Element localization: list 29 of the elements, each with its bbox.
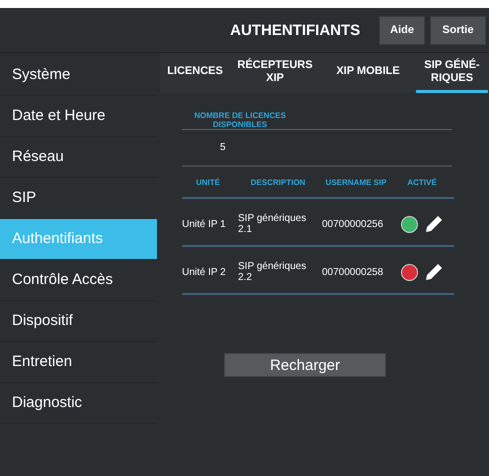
column-header: USERNAME SIP [324,178,388,187]
sidebar-item[interactable]: Système [0,55,157,96]
page-title: AUTHENTIFIANTS [230,22,360,38]
sidebar-item[interactable]: Réseau [0,137,157,178]
column-header: DESCRIPTION [250,178,306,187]
tab[interactable]: RÉCEPTEURS XIP [230,54,320,92]
sidebar-item[interactable]: Dispositif [0,301,157,342]
header-button[interactable]: Aide [379,16,425,44]
table-cell-text: SIP génériques 2.2 [237,261,308,284]
sidebar-item[interactable]: Date et Heure [0,96,157,137]
table-cell-text: SIP génériques 2.1 [237,213,308,236]
table-cell-text: Unité IP 1 [182,218,227,230]
sidebar-item[interactable]: Contrôle Accès [0,260,157,301]
licenses-label: NOMBRE DE LICENCES DISPONIBLES [193,111,287,130]
column-header: ACTIVÉ [406,178,438,187]
table-cell-text: Unité IP 2 [182,266,227,278]
table-cell-text: 00700000256 [322,218,384,230]
table-cell-text: 00700000258 [322,266,384,278]
sidebar-item[interactable]: Entretien [0,342,157,383]
tab[interactable]: SIP GÉNÉ-RIQUES [416,54,488,92]
edit-icon[interactable] [424,214,444,234]
column-header: UNITÉ [195,178,221,187]
tab[interactable]: LICENCES [160,54,230,92]
reload-button[interactable]: Recharger [224,353,386,378]
header-button[interactable]: Sortie [430,16,486,44]
sidebar-item[interactable]: Diagnostic [0,383,157,424]
licenses-value: 5 [182,130,452,168]
edit-icon[interactable] [424,262,444,282]
tab[interactable]: XIP MOBILE [320,54,416,92]
